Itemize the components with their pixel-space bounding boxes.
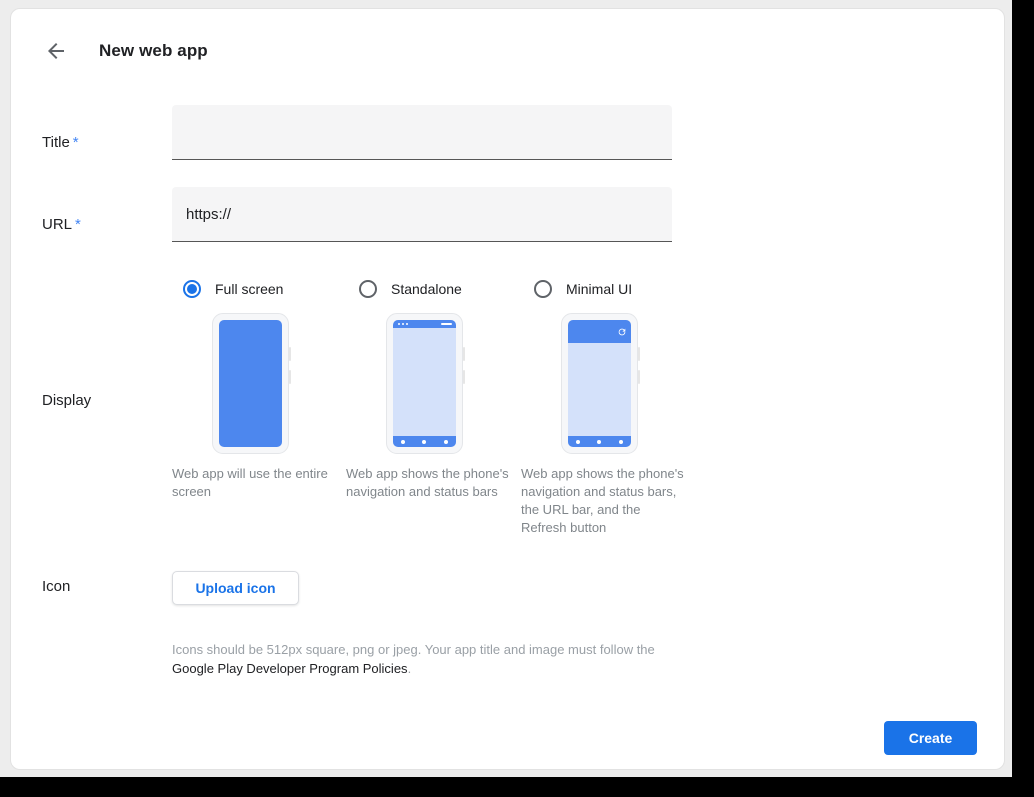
- url-input[interactable]: [172, 187, 672, 242]
- radio-standalone[interactable]: Standalone: [359, 279, 521, 299]
- radio-label: Minimal UI: [566, 281, 632, 297]
- display-option-full-screen: Full screen Web app will use the entire …: [172, 271, 346, 537]
- phone-preview-minimal-ui: [561, 313, 638, 454]
- option-description: Web app will use the entire screen: [172, 465, 330, 501]
- app-window: New web app Title* URL* Display Full scr…: [0, 0, 1012, 777]
- program-policies-link[interactable]: Google Play Developer Program Policies: [172, 661, 408, 676]
- phone-url-bar: [568, 320, 631, 343]
- display-option-minimal-ui: Minimal UI Web app shows the: [521, 271, 701, 537]
- icon-help-text: Icons should be 512px square, png or jpe…: [172, 640, 664, 678]
- page-title: New web app: [99, 41, 208, 61]
- title-input[interactable]: [172, 105, 672, 160]
- radio-minimal-ui[interactable]: Minimal UI: [534, 279, 701, 299]
- phone-nav-bar: [568, 436, 631, 447]
- radio-button-icon[interactable]: [183, 280, 201, 298]
- back-button[interactable]: [44, 39, 68, 63]
- url-label: URL*: [42, 216, 81, 233]
- refresh-icon: [617, 327, 627, 337]
- phone-screen: [393, 320, 456, 447]
- phone-nav-bar: [393, 436, 456, 447]
- arrow-left-icon: [44, 51, 68, 66]
- required-asterisk: *: [73, 134, 79, 151]
- radio-label: Full screen: [215, 281, 283, 297]
- help-suffix: .: [408, 661, 412, 676]
- create-button[interactable]: Create: [884, 721, 977, 755]
- required-asterisk: *: [75, 216, 81, 233]
- radio-full-screen[interactable]: Full screen: [183, 279, 346, 299]
- phone-status-bar: [393, 320, 456, 328]
- icon-label: Icon: [42, 578, 70, 595]
- option-description: Web app shows the phone's navigation and…: [521, 465, 688, 537]
- title-label: Title*: [42, 134, 79, 151]
- phone-screen: [568, 320, 631, 447]
- phone-preview-fullscreen: [212, 313, 289, 454]
- display-options-group: Full screen Web app will use the entire …: [172, 271, 701, 537]
- display-label: Display: [42, 392, 91, 409]
- phone-screen: [219, 320, 282, 447]
- phone-preview-standalone: [386, 313, 463, 454]
- new-web-app-card: New web app Title* URL* Display Full scr…: [10, 8, 1005, 770]
- radio-label: Standalone: [391, 281, 462, 297]
- radio-button-icon[interactable]: [359, 280, 377, 298]
- radio-button-icon[interactable]: [534, 280, 552, 298]
- help-text: Icons should be 512px square, png or jpe…: [172, 642, 655, 657]
- display-option-standalone: Standalone Web app shows the phone's nav…: [346, 271, 521, 537]
- upload-icon-button[interactable]: Upload icon: [172, 571, 299, 605]
- option-description: Web app shows the phone's navigation and…: [346, 465, 516, 501]
- battery-icon: [441, 323, 452, 325]
